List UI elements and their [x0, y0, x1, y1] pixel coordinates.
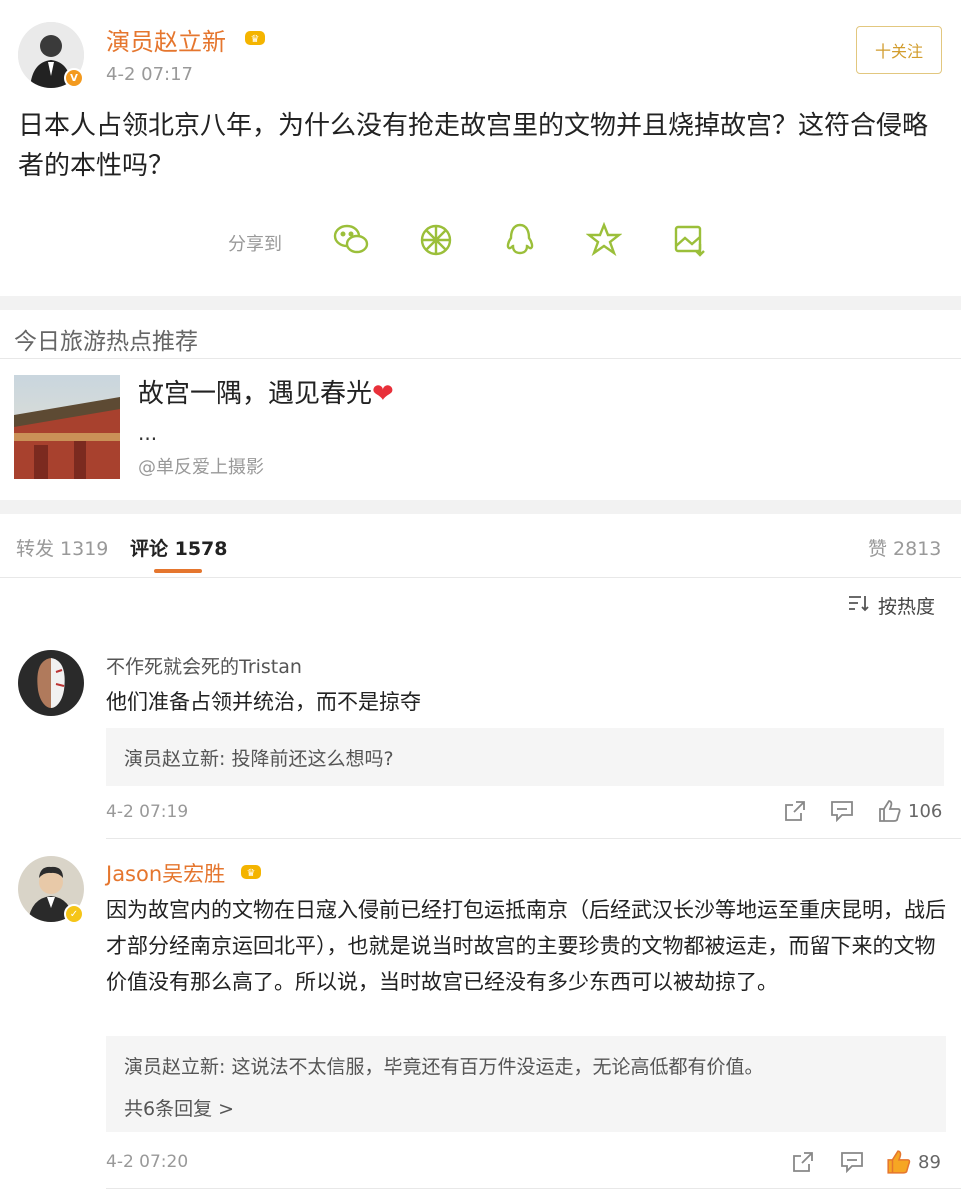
- recommend-card[interactable]: 故宫一隅，遇见春光❤ ... @单反爱上摄影: [0, 359, 961, 499]
- share-icon[interactable]: [792, 1151, 814, 1173]
- divider: [0, 577, 961, 578]
- tab-comments[interactable]: 评论 1578: [130, 534, 228, 561]
- tab-likes[interactable]: 赞 2813: [868, 534, 941, 561]
- post-author-name[interactable]: 演员赵立新: [106, 22, 226, 57]
- reply-box[interactable]: 演员赵立新: 这说法不太信服，毕竟还有百万件没运走，无论高低都有价值。 共6条回…: [106, 1036, 946, 1132]
- comment-text: 他们准备占领并统治，而不是掠夺: [106, 690, 421, 714]
- comment-time: 4-2 07:20: [106, 1152, 189, 1172]
- tab-repost[interactable]: 转发 1319: [16, 534, 108, 561]
- share-label: 分享到: [228, 234, 282, 255]
- recommend-header: 今日旅游热点推荐: [14, 329, 198, 355]
- reply-icon[interactable]: [830, 800, 854, 822]
- svg-text:♛: ♛: [251, 34, 260, 45]
- tab-active-indicator: [154, 569, 202, 573]
- comment-author-name: Jason吴宏胜: [106, 862, 226, 886]
- divider: [106, 1188, 961, 1189]
- comment-time: 4-2 07:19: [106, 802, 189, 822]
- follow-button[interactable]: 十关注: [856, 26, 942, 74]
- liked-icon[interactable]: [886, 1149, 912, 1175]
- reply-icon[interactable]: [840, 1151, 864, 1173]
- sort-button[interactable]: 按热度: [848, 592, 935, 619]
- recommend-thumbnail: [14, 375, 120, 479]
- like-icon[interactable]: [878, 799, 902, 823]
- qzone-icon[interactable]: [586, 222, 622, 258]
- like-count: 89: [918, 1152, 941, 1173]
- member-crown-icon: ♛: [240, 862, 262, 884]
- reply-text: 演员赵立新: 这说法不太信服，毕竟还有百万件没运走，无论高低都有价值。: [124, 1056, 764, 1078]
- divider: [106, 838, 961, 839]
- moments-icon[interactable]: [418, 222, 454, 258]
- share-icon[interactable]: [784, 800, 806, 822]
- follow-button-label: 十关注: [874, 42, 923, 61]
- reply-box[interactable]: 演员赵立新: 投降前还这么想吗?: [106, 728, 944, 786]
- sort-label: 按热度: [878, 596, 936, 618]
- comment-text: 因为故宫内的文物在日寇入侵前已经打包运抵南京（后经武汉长沙等地运至重庆昆明，战后…: [106, 898, 946, 994]
- section-divider: [0, 500, 961, 514]
- member-crown-icon: ♛: [244, 28, 266, 50]
- qq-icon[interactable]: [504, 222, 536, 258]
- section-divider: [0, 296, 961, 310]
- save-image-icon[interactable]: [672, 222, 708, 258]
- recommend-ellipsis: ...: [138, 421, 158, 445]
- like-count: 106: [908, 801, 943, 822]
- wechat-icon[interactable]: [332, 222, 370, 258]
- commenter-avatar[interactable]: [18, 650, 84, 716]
- comment-author[interactable]: Jason吴宏胜: [106, 858, 225, 888]
- post-time: 4-2 07:17: [106, 64, 193, 85]
- post-text: 日本人占领北京八年，为什么没有抢走故宫里的文物并且烧掉故宫？这符合侵略者的本性吗…: [18, 111, 929, 181]
- svg-text:♛: ♛: [247, 868, 256, 879]
- heart-icon: ❤: [372, 379, 394, 409]
- sort-icon: [848, 594, 870, 617]
- recommend-title: 故宫一隅，遇见春光❤: [138, 373, 394, 410]
- more-replies-link[interactable]: 共6条回复 >: [124, 1094, 234, 1121]
- verified-badge-icon: ✓: [64, 904, 84, 924]
- reply-text: 演员赵立新: 投降前还这么想吗?: [124, 748, 394, 770]
- recommend-source: @单反爱上摄影: [138, 457, 264, 478]
- verified-badge-icon: V: [64, 68, 84, 88]
- recommend-title-text: 故宫一隅，遇见春光: [138, 379, 373, 409]
- comment-author[interactable]: 不作死就会死的Tristan: [106, 652, 302, 679]
